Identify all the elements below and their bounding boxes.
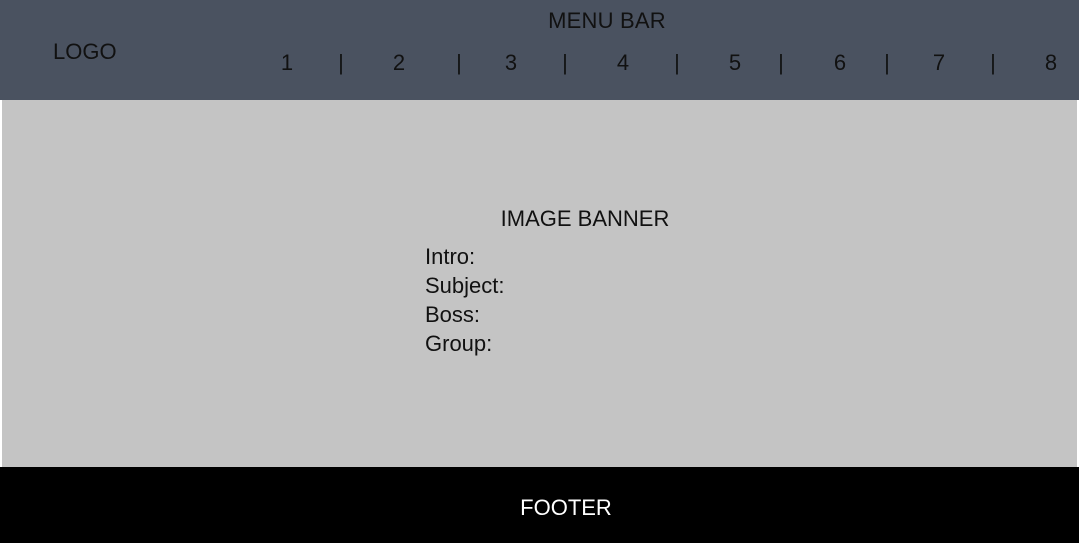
nav-item-1[interactable]: 1 (281, 50, 293, 76)
field-group-label: Group: (425, 331, 493, 356)
nav-item-5[interactable]: 5 (729, 50, 741, 76)
nav-menu: 1 | 2 | 3 | 4 | 5 | 6 | 7 | 8 (0, 50, 1079, 78)
menu-bar-title: MENU BAR (548, 8, 666, 33)
nav-item-4[interactable]: 4 (617, 50, 629, 76)
menu-bar: MENU BAR LOGO 1 | 2 | 3 | 4 | 5 | 6 | 7 … (0, 0, 1079, 100)
banner-title: IMAGE BANNER (500, 206, 670, 231)
banner-fields: Intro: Subject: Boss: Group: (425, 242, 505, 358)
nav-item-6[interactable]: 6 (834, 50, 846, 76)
nav-item-7[interactable]: 7 (933, 50, 945, 76)
nav-separator: | (456, 50, 462, 75)
image-banner: IMAGE BANNER Intro: Subject: Boss: Group… (2, 100, 1077, 467)
footer: FOOTER (0, 467, 1079, 543)
nav-item-8[interactable]: 8 (1045, 50, 1057, 76)
field-intro-label: Intro: (425, 244, 476, 269)
nav-separator: | (990, 50, 996, 75)
field-boss-label: Boss: (425, 302, 481, 327)
nav-item-2[interactable]: 2 (393, 50, 405, 76)
nav-item-3[interactable]: 3 (505, 50, 517, 76)
field-subject-label: Subject: (425, 273, 505, 298)
page: MENU BAR LOGO 1 | 2 | 3 | 4 | 5 | 6 | 7 … (0, 0, 1079, 543)
nav-separator: | (338, 50, 344, 75)
footer-label: FOOTER (520, 495, 612, 520)
nav-separator: | (674, 50, 680, 75)
nav-separator: | (884, 50, 890, 75)
nav-separator: | (562, 50, 568, 75)
nav-separator: | (778, 50, 784, 75)
